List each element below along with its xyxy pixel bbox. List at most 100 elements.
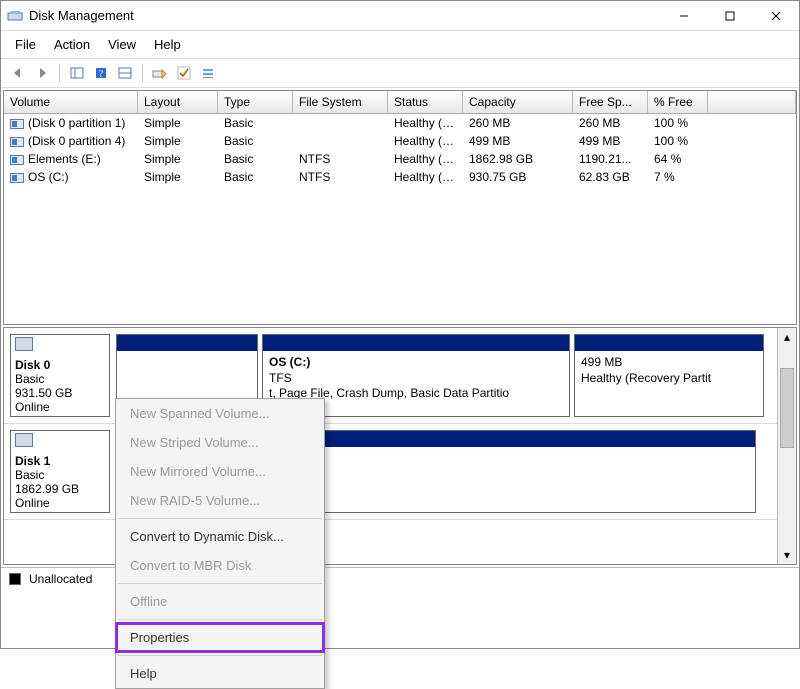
cell-layout: Simple <box>138 132 218 150</box>
context-menu-item[interactable]: Help <box>116 659 324 688</box>
disk-name: Disk 1 <box>15 454 105 468</box>
list-icon[interactable] <box>197 62 219 84</box>
minimize-button[interactable] <box>661 1 707 31</box>
scroll-down-icon[interactable]: ▾ <box>778 546 796 564</box>
window-title: Disk Management <box>29 8 134 23</box>
cell-type: Basic <box>218 114 293 132</box>
context-menu-item: New Striped Volume... <box>116 428 324 457</box>
cell-layout: Simple <box>138 150 218 168</box>
close-button[interactable] <box>753 1 799 31</box>
table-row[interactable]: (Disk 0 partition 1)SimpleBasicHealthy (… <box>4 114 796 132</box>
legend-swatch-unallocated <box>9 573 21 585</box>
col-pctfree[interactable]: % Free <box>648 91 708 113</box>
context-menu-item: New RAID-5 Volume... <box>116 486 324 515</box>
cell-capacity: 930.75 GB <box>463 168 573 186</box>
help-icon[interactable]: ? <box>90 62 112 84</box>
scrollbar-thumb[interactable] <box>780 368 794 448</box>
col-layout[interactable]: Layout <box>138 91 218 113</box>
app-icon <box>7 8 23 24</box>
cell-capacity: 499 MB <box>463 132 573 150</box>
disk-type: Basic <box>15 372 44 386</box>
menu-separator <box>118 619 322 620</box>
cell-filesystem: NTFS <box>293 168 388 186</box>
menubar: File Action View Help <box>1 31 799 58</box>
col-filesystem[interactable]: File System <box>293 91 388 113</box>
cell-capacity: 1862.98 GB <box>463 150 573 168</box>
volume-icon <box>10 155 24 165</box>
cell-pctfree: 7 % <box>648 168 708 186</box>
show-hide-tree-icon[interactable] <box>66 62 88 84</box>
partition-header <box>575 335 763 351</box>
volume-table-header: Volume Layout Type File System Status Ca… <box>4 91 796 114</box>
toolbar: ? <box>1 58 799 88</box>
refresh-icon[interactable] <box>114 62 136 84</box>
cell-volume: Elements (E:) <box>4 150 138 168</box>
table-row[interactable]: Elements (E:)SimpleBasicNTFSHealthy (B..… <box>4 150 796 168</box>
cell-filesystem: NTFS <box>293 150 388 168</box>
cell-status: Healthy (R... <box>388 132 463 150</box>
menu-help[interactable]: Help <box>146 35 189 54</box>
disk-icon <box>15 433 33 447</box>
vertical-scrollbar[interactable]: ▴ ▾ <box>778 328 796 564</box>
disk-icon <box>15 337 33 351</box>
partition-line: TFS <box>269 371 292 385</box>
menu-action[interactable]: Action <box>46 35 98 54</box>
disk-size: 1862.99 GB <box>15 482 79 496</box>
check-icon[interactable] <box>173 62 195 84</box>
disk-context-menu: New Spanned Volume...New Striped Volume.… <box>115 398 325 689</box>
cell-pctfree: 100 % <box>648 132 708 150</box>
cell-freespace: 62.83 GB <box>573 168 648 186</box>
cell-pctfree: 64 % <box>648 150 708 168</box>
volume-icon <box>10 119 24 129</box>
back-icon[interactable] <box>7 62 29 84</box>
volume-icon <box>10 173 24 183</box>
settings-icon[interactable] <box>149 62 171 84</box>
cell-type: Basic <box>218 132 293 150</box>
col-blank[interactable] <box>708 91 796 113</box>
titlebar: Disk Management <box>1 1 799 31</box>
disk-size: 931.50 GB <box>15 386 72 400</box>
volume-table: Volume Layout Type File System Status Ca… <box>3 90 797 325</box>
cell-volume: (Disk 0 partition 1) <box>4 114 138 132</box>
scroll-up-icon[interactable]: ▴ <box>778 328 796 346</box>
menu-separator <box>118 655 322 656</box>
col-status[interactable]: Status <box>388 91 463 113</box>
col-volume[interactable]: Volume <box>4 91 138 113</box>
disk-name: Disk 0 <box>15 358 105 372</box>
menu-separator <box>118 518 322 519</box>
cell-filesystem <box>293 114 388 132</box>
disk-type: Basic <box>15 468 44 482</box>
partition-line: Healthy (Recovery Partit <box>581 371 711 385</box>
disk-status: Online <box>15 400 50 414</box>
context-menu-item[interactable]: Convert to Dynamic Disk... <box>116 522 324 551</box>
cell-pctfree: 100 % <box>648 114 708 132</box>
col-type[interactable]: Type <box>218 91 293 113</box>
col-freespace[interactable]: Free Sp... <box>573 91 648 113</box>
table-row[interactable]: OS (C:)SimpleBasicNTFSHealthy (B...930.7… <box>4 168 796 186</box>
context-menu-item: Convert to MBR Disk <box>116 551 324 580</box>
maximize-button[interactable] <box>707 1 753 31</box>
cell-layout: Simple <box>138 168 218 186</box>
disk-partition[interactable]: 499 MBHealthy (Recovery Partit <box>574 334 764 417</box>
cell-capacity: 260 MB <box>463 114 573 132</box>
col-capacity[interactable]: Capacity <box>463 91 573 113</box>
menu-view[interactable]: View <box>100 35 144 54</box>
table-row[interactable]: (Disk 0 partition 4)SimpleBasicHealthy (… <box>4 132 796 150</box>
volume-icon <box>10 137 24 147</box>
cell-status: Healthy (B... <box>388 150 463 168</box>
disk-label[interactable]: Disk 1Basic1862.99 GBOnline <box>10 430 110 513</box>
disk-label[interactable]: Disk 0Basic931.50 GBOnline <box>10 334 110 417</box>
partition-title: OS (C:) <box>269 355 310 369</box>
context-menu-item: New Mirrored Volume... <box>116 457 324 486</box>
context-menu-item: New Spanned Volume... <box>116 399 324 428</box>
cell-filesystem <box>293 132 388 150</box>
legend-label: Unallocated <box>29 572 92 586</box>
cell-freespace: 1190.21... <box>573 150 648 168</box>
disk-status: Online <box>15 496 50 510</box>
forward-icon[interactable] <box>31 62 53 84</box>
menu-file[interactable]: File <box>7 35 44 54</box>
partition-body: 499 MBHealthy (Recovery Partit <box>575 351 763 416</box>
context-menu-item[interactable]: Properties <box>116 623 324 652</box>
cell-layout: Simple <box>138 114 218 132</box>
menu-separator <box>118 583 322 584</box>
